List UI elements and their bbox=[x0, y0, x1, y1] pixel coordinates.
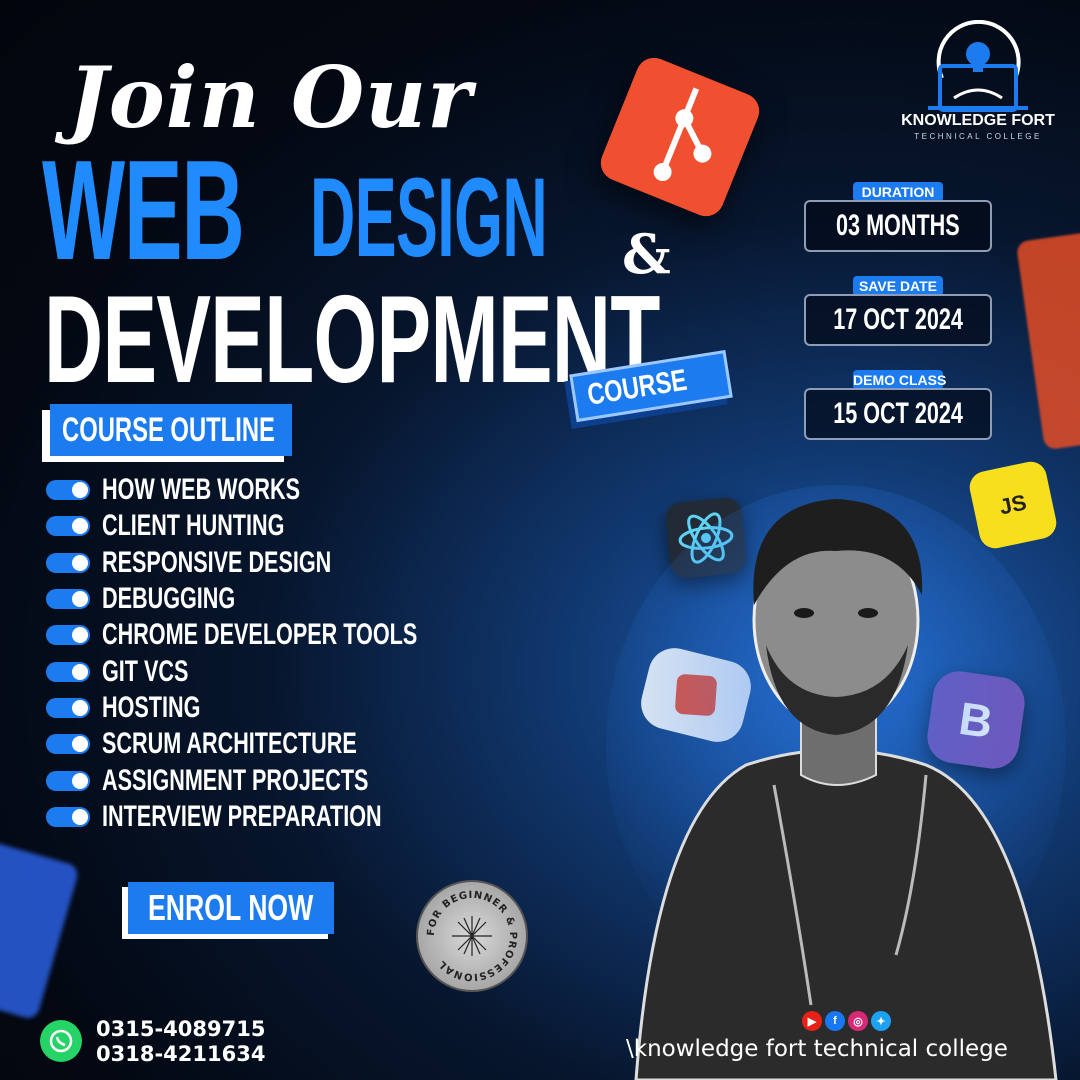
duration-label: DURATION bbox=[853, 182, 943, 202]
demo-class-group: DEMO CLASS 15 OCT 2024 bbox=[804, 370, 992, 442]
duration-value: 03 MONTHS bbox=[836, 209, 960, 242]
toggle-icon bbox=[46, 734, 90, 755]
toggle-icon bbox=[46, 552, 90, 573]
toggle-icon bbox=[46, 697, 90, 718]
git-icon bbox=[595, 52, 765, 222]
outline-item-label: CLIENT HUNTING bbox=[102, 509, 285, 543]
facebook-icon[interactable]: f bbox=[825, 1011, 845, 1031]
course-badge-label: COURSE bbox=[585, 363, 690, 412]
headline-design: DESIGN bbox=[310, 155, 548, 280]
outline-item-label: RESPONSIVE DESIGN bbox=[102, 545, 332, 579]
demo-class-label: DEMO CLASS bbox=[853, 370, 947, 390]
seal-graphic: FOR BEGINNER & PROFESSIONAL bbox=[426, 890, 517, 982]
enrol-now-button[interactable]: ENROL NOW bbox=[128, 882, 334, 934]
outline-item-label: HOW WEB WORKS bbox=[102, 473, 300, 507]
outline-item-label: GIT VCS bbox=[102, 654, 189, 688]
outline-item: GIT VCS bbox=[46, 653, 540, 689]
outline-item: SCRUM ARCHITECTURE bbox=[46, 726, 540, 762]
instructor-photo bbox=[606, 485, 1066, 1080]
toggle-icon bbox=[46, 661, 90, 682]
save-date-group: SAVE DATE 17 OCT 2024 bbox=[804, 276, 992, 348]
css3-icon bbox=[0, 839, 81, 1021]
instagram-icon[interactable]: ◎ bbox=[848, 1011, 868, 1031]
outline-item-label: DEBUGGING bbox=[102, 582, 236, 616]
logo-subtitle: TECHNICAL COLLEGE bbox=[914, 132, 1042, 141]
toggle-icon bbox=[46, 480, 90, 501]
course-outline-heading: COURSE OUTLINE bbox=[50, 404, 292, 456]
whatsapp-icon[interactable] bbox=[40, 1020, 82, 1062]
outline-item: ASSIGNMENT PROJECTS bbox=[46, 762, 540, 798]
enrol-now-label: ENROL NOW bbox=[148, 887, 314, 928]
outline-item-label: INTERVIEW PREPARATION bbox=[102, 799, 382, 833]
logo-brand-name: KNOWLEDGE FORT bbox=[901, 112, 1055, 129]
save-date-card: 17 OCT 2024 bbox=[804, 294, 992, 346]
whatsapp-glyph bbox=[49, 1029, 73, 1053]
outline-item-label: ASSIGNMENT PROJECTS bbox=[102, 763, 369, 797]
toggle-icon bbox=[46, 589, 90, 610]
outline-item: RESPONSIVE DESIGN bbox=[46, 545, 540, 581]
phone-number-2[interactable]: 0318-4211634 bbox=[96, 1042, 265, 1067]
outline-item: INTERVIEW PREPARATION bbox=[46, 799, 540, 835]
outline-item-label: CHROME DEVELOPER TOOLS bbox=[102, 618, 418, 652]
demo-class-value: 15 OCT 2024 bbox=[833, 397, 963, 430]
outline-item: HOSTING bbox=[46, 690, 540, 726]
phone-number-1[interactable]: 0315-4089715 bbox=[96, 1017, 265, 1042]
outline-item: CHROME DEVELOPER TOOLS bbox=[46, 617, 540, 653]
twitter-icon[interactable]: ✦ bbox=[871, 1011, 891, 1031]
logo-mark-icon bbox=[928, 19, 1028, 112]
outline-item: CLIENT HUNTING bbox=[46, 508, 540, 544]
outline-item: DEBUGGING bbox=[46, 581, 540, 617]
html5-icon bbox=[1015, 229, 1080, 451]
course-outline-title: COURSE OUTLINE bbox=[62, 410, 275, 449]
course-outline-list: HOW WEB WORKS CLIENT HUNTING RESPONSIVE … bbox=[46, 472, 540, 835]
headline-web: WEB bbox=[42, 131, 245, 290]
phone-numbers: 0315-4089715 0318-4211634 bbox=[96, 1017, 265, 1067]
youtube-icon[interactable]: ▶ bbox=[802, 1011, 822, 1031]
footer-handle: \knowledge fort technical college bbox=[626, 1036, 1008, 1062]
git-glyph bbox=[653, 87, 712, 182]
outline-item-label: HOSTING bbox=[102, 690, 201, 724]
save-date-label: SAVE DATE bbox=[853, 276, 943, 296]
toggle-icon bbox=[46, 625, 90, 646]
social-links: ▶ f ◎ ✦ bbox=[802, 1011, 891, 1031]
outline-item: HOW WEB WORKS bbox=[46, 472, 540, 508]
duration-card: 03 MONTHS bbox=[804, 200, 992, 252]
toggle-icon bbox=[46, 770, 90, 791]
duration-group: DURATION 03 MONTHS bbox=[804, 182, 992, 254]
headline-development: DEVELOPMENT bbox=[44, 271, 660, 409]
toggle-icon bbox=[46, 516, 90, 537]
save-date-value: 17 OCT 2024 bbox=[833, 303, 963, 336]
outline-item-label: SCRUM ARCHITECTURE bbox=[102, 727, 357, 761]
demo-class-card: 15 OCT 2024 bbox=[804, 388, 992, 440]
toggle-icon bbox=[46, 806, 90, 827]
beginner-professional-seal: FOR BEGINNER & PROFESSIONAL bbox=[416, 880, 528, 992]
